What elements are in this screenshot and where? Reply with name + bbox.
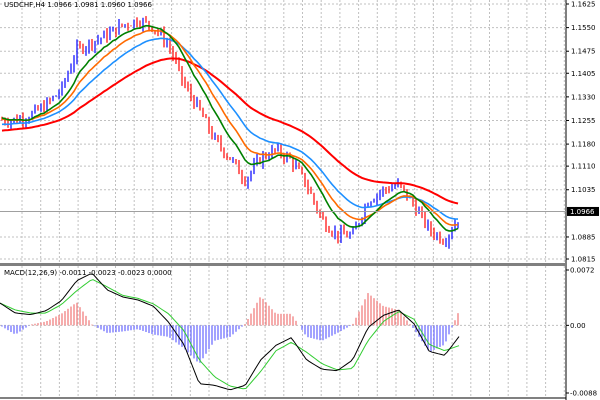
price-chart-title: USDCHF,H4 1.0966 1.0981 1.0960 1.0966 [4,1,152,9]
price-tick-label: 1.1475 [571,48,596,56]
macd-title: MACD(12,26,9) -0.0011 -0.0023 -0.0023 0.… [4,269,172,277]
price-tick-label: 1.1550 [571,24,596,32]
moving-average-line [1,24,459,232]
current-price-label: 1.0966 [570,208,595,216]
price-tick-label: 1.1110 [571,163,596,171]
macd-values: -0.0011 -0.0023 -0.0023 0.0000 [59,269,172,277]
ohlc-label: 1.0966 1.0981 1.0960 1.0966 [47,1,152,9]
price-tick-label: 1.1180 [571,141,596,149]
panel-separator [0,263,566,266]
price-tick-label: 1.1405 [571,70,596,78]
price-tick-label: 1.0885 [571,233,596,241]
trading-chart-window: 1.1625 1.1550 1.1475 1.1405 1.1330 1.1255 1.11… [0,0,600,400]
price-tick-label: 1.1330 [571,93,596,101]
symbol-label: USDCHF,H4 [4,1,46,9]
price-tick-label: 1.0815 [571,256,596,264]
moving-average-line [1,57,459,205]
macd-tick-label: 0.00 [570,322,586,330]
macd-tick-label: -0.0088 [570,390,597,398]
price-tick-label: 1.1625 [571,1,596,9]
macd-name: MACD(12,26,9) [4,269,58,277]
macd-tick-label: 0.0072 [570,267,595,275]
price-tick-label: 1.1255 [571,117,596,125]
moving-average-line [1,29,459,226]
price-tick-label: 1.1035 [571,186,596,194]
chart-canvas[interactable]: 1.1625 1.1550 1.1475 1.1405 1.1330 1.1255 1.11… [0,0,600,400]
